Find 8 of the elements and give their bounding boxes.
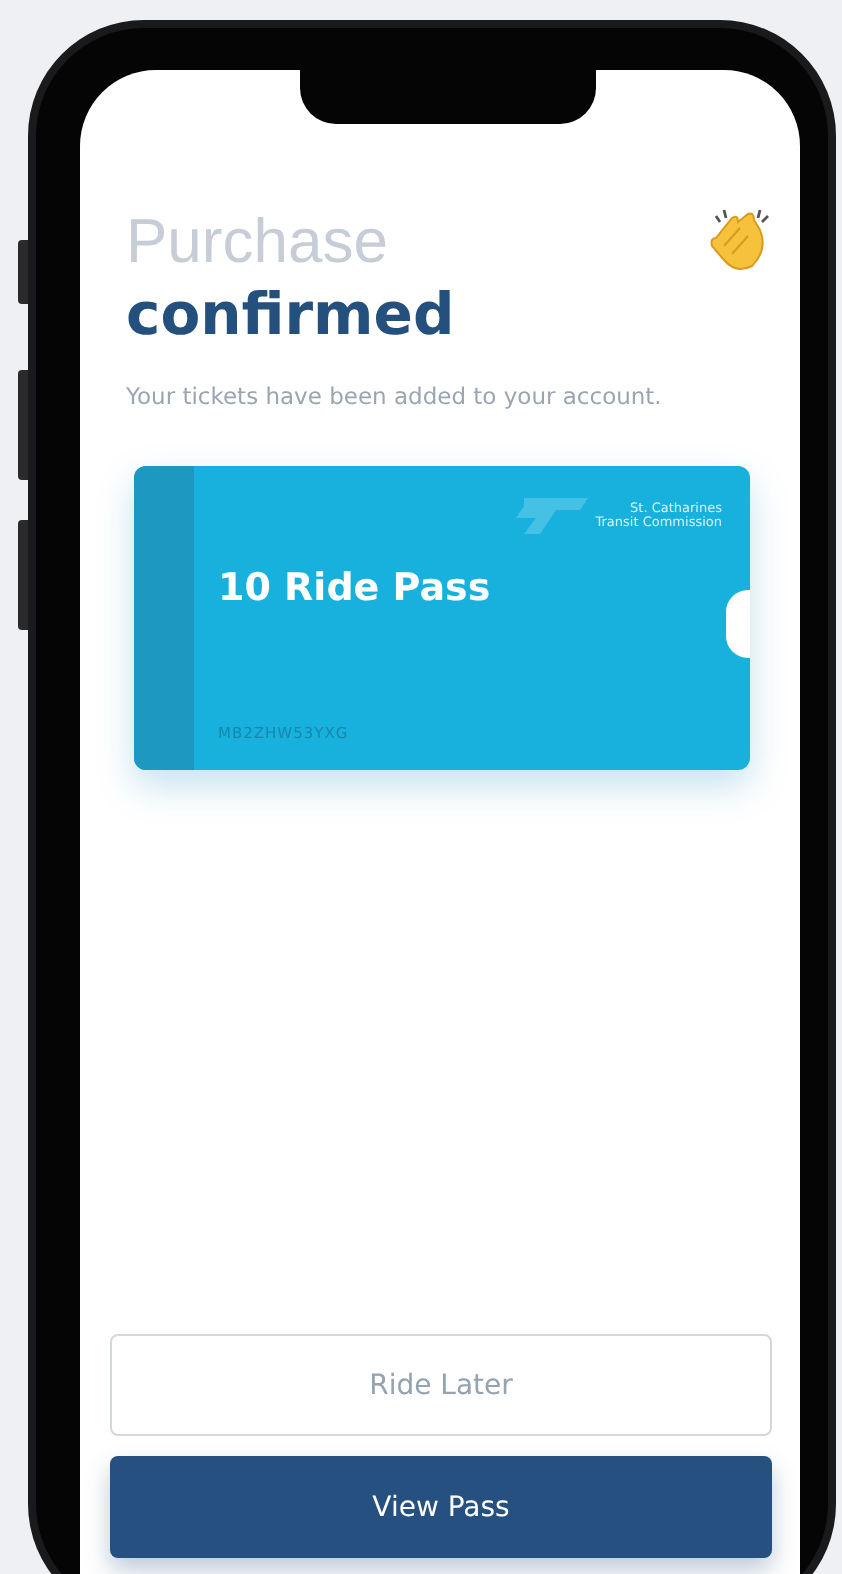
transit-logo-icon xyxy=(511,494,592,538)
action-button[interactable]: View Pass xyxy=(110,1456,772,1558)
clapping-hands-icon xyxy=(704,206,772,274)
ticket-name: 10 Ride Pass xyxy=(218,566,493,610)
action-button[interactable]: Ride Later xyxy=(110,1334,772,1436)
subtitle: Your tickets have been added to your account. xyxy=(126,382,664,410)
heading-bold: confirmed xyxy=(126,278,455,350)
heading-light: Purchase xyxy=(126,206,390,278)
